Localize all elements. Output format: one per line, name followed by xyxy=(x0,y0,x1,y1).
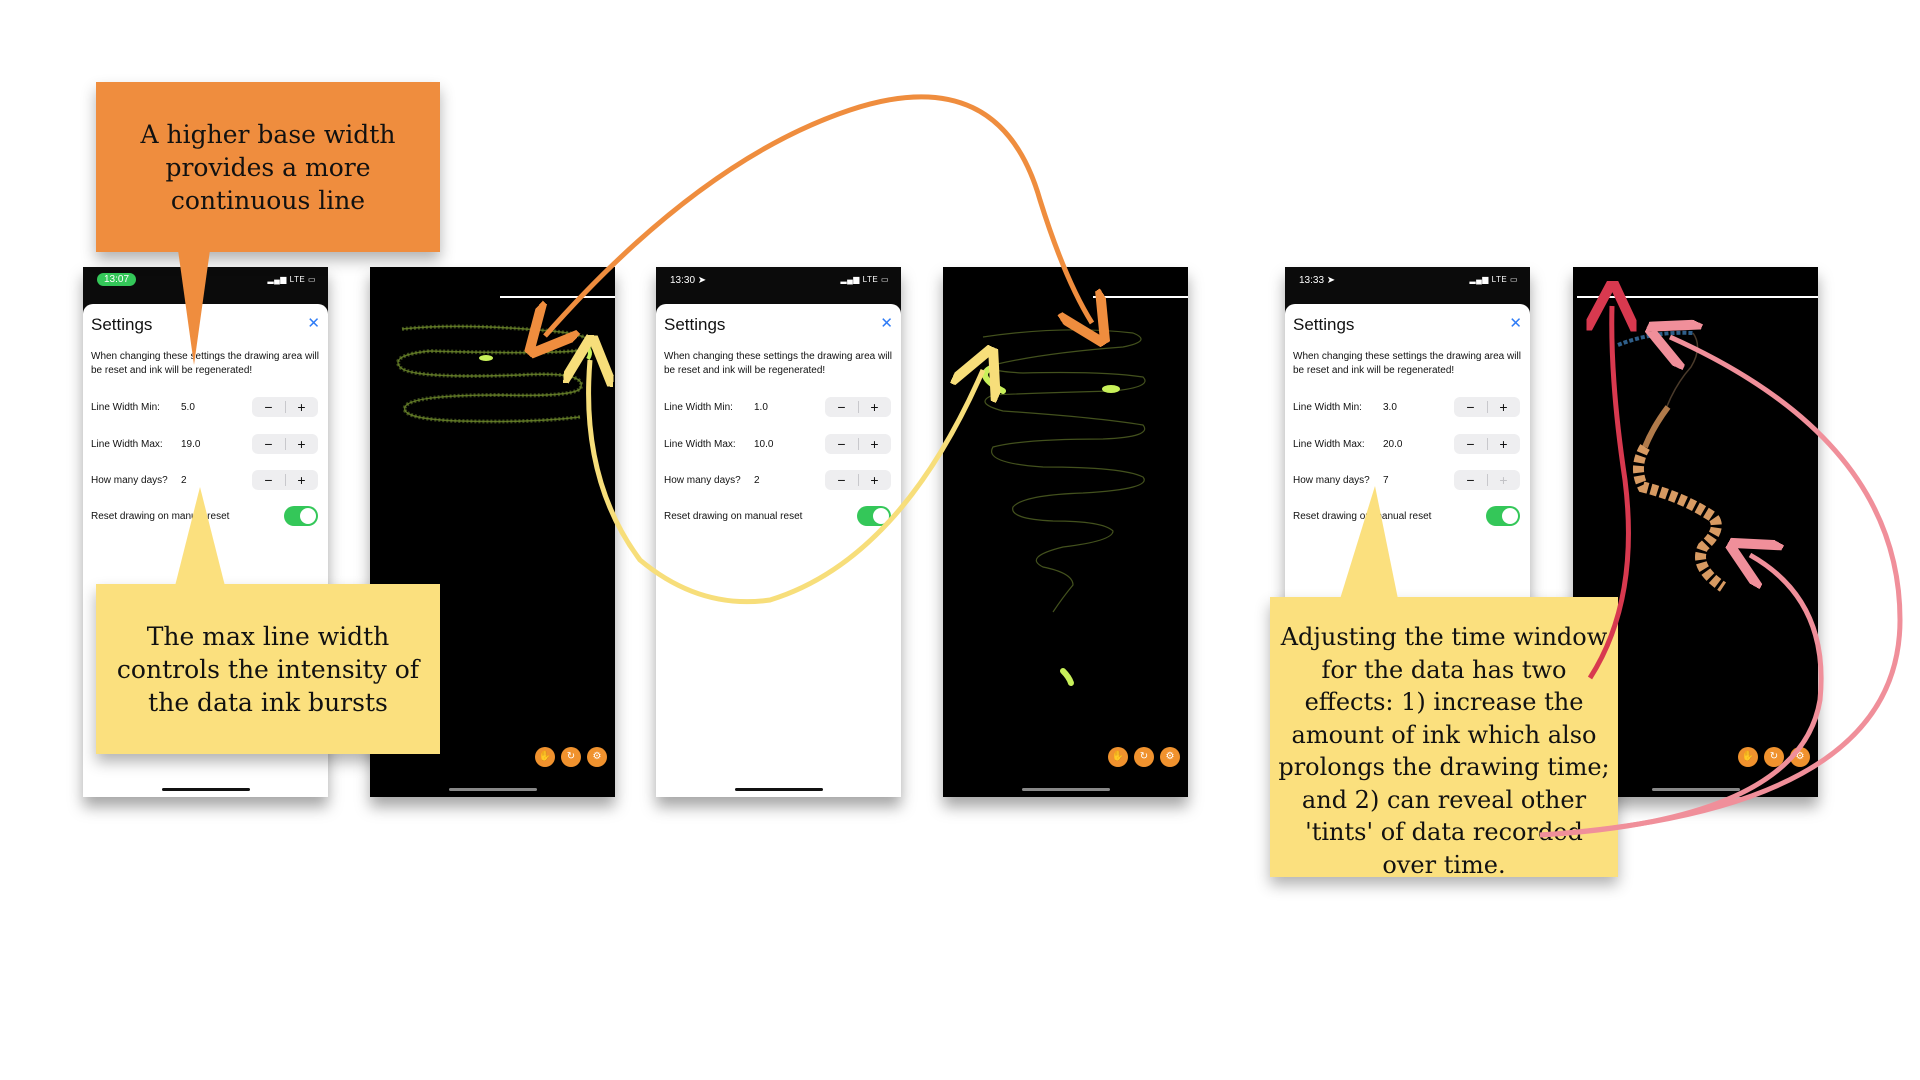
pink-arrow-lower xyxy=(1539,555,1824,838)
max-width-note-pointer xyxy=(175,487,225,586)
annotation-arrows xyxy=(175,94,1903,838)
orange-arrow xyxy=(545,94,1092,336)
pink-arrow-upper xyxy=(1539,337,1903,838)
time-window-note-pointer xyxy=(1340,486,1398,599)
yellow-arrow xyxy=(589,360,983,605)
orange-note-pointer xyxy=(178,250,210,365)
red-arrow xyxy=(1590,306,1628,680)
